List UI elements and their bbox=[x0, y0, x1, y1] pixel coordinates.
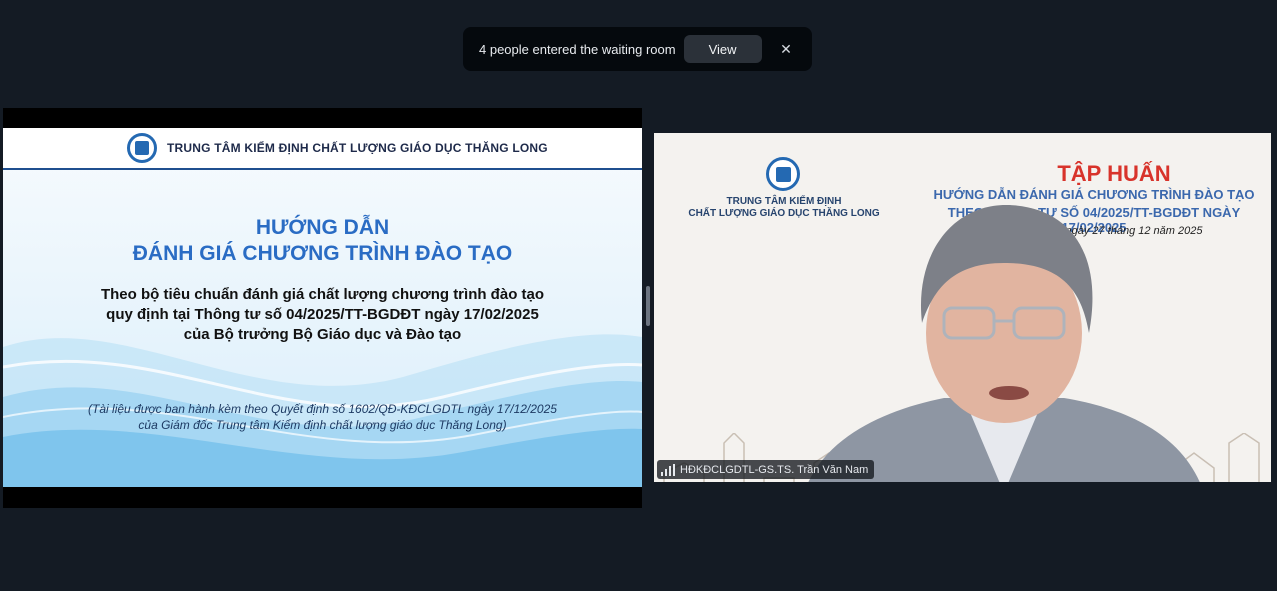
connection-signal-icon bbox=[661, 463, 675, 476]
participant-name: HĐKĐCLGDTL-GS.TS. Trần Văn Nam bbox=[680, 463, 869, 476]
participant-video-tile[interactable]: TRUNG TÂM KIỂM ĐỊNH CHẤT LƯỢNG GIÁO DỤC … bbox=[654, 133, 1271, 482]
organization-logo-icon bbox=[127, 133, 157, 163]
participant-name-label: HĐKĐCLGDTL-GS.TS. Trần Văn Nam bbox=[657, 460, 875, 479]
slide-note-line1: (Tài liệu được ban hành kèm theo Quyết đ… bbox=[88, 402, 557, 416]
notification-message: 4 people entered the waiting room bbox=[479, 41, 676, 57]
slide-title-line2: ĐÁNH GIÁ CHƯƠNG TRÌNH ĐÀO TẠO bbox=[132, 242, 513, 265]
speaker-video-image bbox=[808, 204, 1200, 482]
slide-subtitle-line2: quy định tại Thông tư số 04/2025/TT-BGDĐ… bbox=[106, 306, 539, 323]
slide-header: TRUNG TÂM KIỂM ĐỊNH CHẤT LƯỢNG GIÁO DỤC … bbox=[3, 128, 642, 170]
waiting-room-notification: 4 people entered the waiting room View ✕ bbox=[463, 27, 812, 71]
slide-subtitle-line3: của Bộ trưởng Bộ Giáo dục và Đào tạo bbox=[183, 326, 462, 343]
view-waiting-room-button[interactable]: View bbox=[683, 35, 762, 63]
close-icon[interactable]: ✕ bbox=[776, 41, 796, 58]
banner-title: TẬP HUẤN bbox=[1057, 161, 1171, 186]
panel-resize-handle[interactable] bbox=[646, 286, 650, 326]
slide-organization-name: TRUNG TÂM KIỂM ĐỊNH CHẤT LƯỢNG GIÁO DỤC … bbox=[167, 141, 548, 155]
banner-logo-icon bbox=[766, 157, 800, 191]
shared-screen-panel: TRUNG TÂM KIỂM ĐỊNH CHẤT LƯỢNG GIÁO DỤC … bbox=[3, 108, 642, 508]
presentation-slide: TRUNG TÂM KIỂM ĐỊNH CHẤT LƯỢNG GIÁO DỤC … bbox=[3, 128, 642, 487]
slide-note-line2: của Giám đốc Trung tâm Kiểm định chất lư… bbox=[138, 418, 507, 432]
slide-title-line1: HƯỚNG DẪN bbox=[255, 216, 390, 239]
slide-subtitle-line1: Theo bộ tiêu chuẩn đánh giá chất lượng c… bbox=[100, 286, 545, 303]
